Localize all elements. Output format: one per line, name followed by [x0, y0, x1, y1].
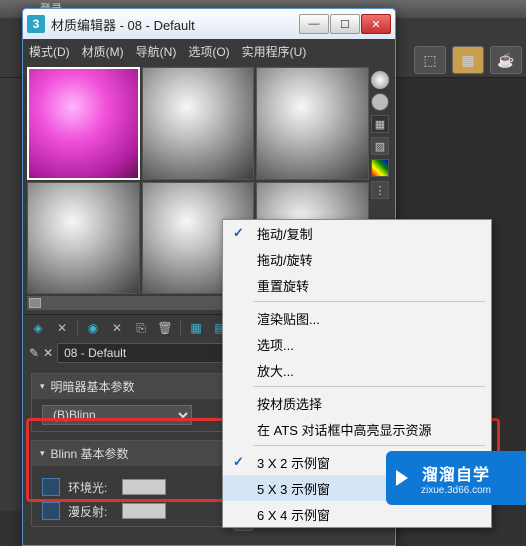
menu-navigation[interactable]: 导航(N) [136, 43, 177, 60]
check-icon: ✓ [233, 454, 244, 470]
context-menu-label: 拖动/复制 [257, 224, 313, 243]
backlight-icon[interactable] [371, 93, 389, 111]
menu-utilities[interactable]: 实用程序(U) [242, 43, 307, 60]
sample-slot-3[interactable] [256, 67, 369, 180]
ambient-swatch-icon[interactable] [42, 478, 60, 496]
get-material-icon[interactable]: ◈ [29, 319, 47, 337]
video-color-icon[interactable] [371, 159, 389, 177]
ribbon-select-icon[interactable]: ⬚ [414, 46, 446, 74]
watermark-url: zixue.3d66.com [421, 485, 491, 496]
options-icon[interactable]: ⋮ [371, 181, 389, 199]
diffuse-swatch-icon[interactable] [42, 502, 60, 520]
watermark: 溜溜自学 zixue.3d66.com [386, 451, 526, 505]
diffuse-label: 漫反射: [68, 503, 114, 520]
diffuse-color[interactable] [122, 503, 166, 519]
sample-slot-2[interactable] [142, 67, 255, 180]
play-icon [396, 470, 408, 486]
menu-options[interactable]: 选项(O) [188, 43, 229, 60]
context-menu-item[interactable]: 按材质选择 [223, 390, 491, 416]
context-menu-separator [253, 301, 485, 302]
menu-mode[interactable]: 模式(D) [29, 43, 70, 60]
context-menu-label: 3 X 2 示例窗 [257, 453, 330, 472]
context-menu-separator [253, 445, 485, 446]
watermark-brand: 溜溜自学 [422, 461, 490, 485]
ambient-color[interactable] [122, 479, 166, 495]
ambient-label: 环境光: [68, 479, 114, 496]
sample-slot-4[interactable] [27, 182, 140, 295]
context-menu-label: 放大... [257, 361, 294, 380]
context-menu-label: 6 X 4 示例窗 [257, 505, 330, 524]
context-menu-label: 渲染贴图... [257, 309, 320, 328]
context-menu-item[interactable]: 选项... [223, 331, 491, 357]
window-title: 材质编辑器 - 08 - Default [51, 15, 299, 34]
eyedropper-icon[interactable]: ✕ [43, 346, 53, 360]
maximize-button[interactable]: ☐ [330, 14, 360, 34]
context-menu-separator [253, 386, 485, 387]
ribbon-material-icon[interactable]: ▦ [452, 46, 484, 74]
sample-type-icon[interactable] [371, 71, 389, 89]
context-menu-label: 选项... [257, 335, 294, 354]
context-menu-label: 拖动/旋转 [257, 250, 313, 269]
bg-left-panel [0, 78, 24, 511]
context-menu-item[interactable]: 在 ATS 对话框中高亮显示资源 [223, 416, 491, 442]
context-menu-label: 5 X 3 示例窗 [257, 479, 330, 498]
context-menu-item[interactable]: ✓ 拖动/复制 [223, 220, 491, 246]
delete-icon[interactable]: 🗑 [156, 319, 174, 337]
pick-icon[interactable]: ✎ [29, 346, 39, 360]
shader-select[interactable]: (B)Blinn [42, 405, 192, 425]
copy-icon[interactable]: ⎘ [132, 319, 150, 337]
put-scene-icon[interactable]: ✕ [53, 319, 71, 337]
sample-slot-1[interactable] [27, 67, 140, 180]
check-icon: ✓ [233, 225, 244, 241]
close-button[interactable]: ✕ [361, 14, 391, 34]
minimize-button[interactable]: — [299, 14, 329, 34]
ribbon-teapot-icon[interactable]: ☕ [490, 46, 522, 74]
app-icon: 3 [27, 15, 45, 33]
context-menu-item[interactable]: 放大... [223, 357, 491, 383]
context-menu-item[interactable]: 拖动/旋转 [223, 246, 491, 272]
context-menu-label: 在 ATS 对话框中高亮显示资源 [257, 420, 432, 439]
background-icon[interactable]: ▦ [371, 115, 389, 133]
context-menu-item[interactable]: 渲染贴图... [223, 305, 491, 331]
menu-material[interactable]: 材质(M) [82, 43, 124, 60]
assign-icon[interactable]: ◉ [84, 319, 102, 337]
blinn-group-title: Blinn 基本参数 [51, 445, 129, 462]
menubar: 模式(D) 材质(M) 导航(N) 选项(O) 实用程序(U) [23, 39, 395, 63]
titlebar[interactable]: 3 材质编辑器 - 08 - Default — ☐ ✕ [23, 9, 395, 39]
context-menu-label: 重置旋转 [257, 276, 309, 295]
reset-icon[interactable]: ✕ [108, 319, 126, 337]
context-menu-label: 按材质选择 [257, 394, 322, 413]
show-map-icon[interactable]: ▦ [187, 319, 205, 337]
sample-uv-icon[interactable]: ▨ [371, 137, 389, 155]
bg-ribbon-buttons: ⬚ ▦ ☕ [414, 46, 522, 74]
context-menu-item[interactable]: 重置旋转 [223, 272, 491, 298]
shader-group-title: 明暗器基本参数 [51, 378, 135, 395]
